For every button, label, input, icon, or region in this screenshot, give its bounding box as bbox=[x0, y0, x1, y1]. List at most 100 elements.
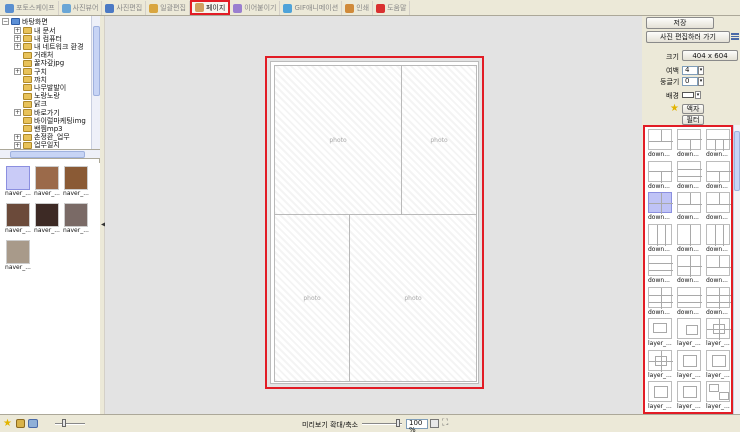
layout-template[interactable]: layer_... bbox=[677, 318, 703, 350]
photo-thumbnail[interactable]: naver_... bbox=[62, 166, 90, 202]
layout-template[interactable]: down... bbox=[648, 223, 674, 256]
photo-cell-label: photo bbox=[404, 294, 422, 302]
desktop-icon bbox=[11, 18, 20, 25]
tree-vertical-scrollbar[interactable] bbox=[91, 16, 100, 149]
layout-template[interactable]: down... bbox=[706, 255, 731, 287]
photo-thumbnail[interactable]: naver_... bbox=[4, 166, 32, 202]
layout-template[interactable]: down... bbox=[706, 129, 731, 161]
layout-template[interactable]: down... bbox=[648, 286, 674, 319]
layout-template[interactable]: down... bbox=[706, 286, 731, 319]
layout-template[interactable]: down... bbox=[677, 223, 703, 256]
photo-cell[interactable]: photo bbox=[274, 65, 402, 215]
refresh-icon[interactable] bbox=[28, 419, 38, 428]
layout-template[interactable]: layer_... bbox=[648, 349, 674, 382]
layout-template[interactable]: down... bbox=[677, 255, 703, 287]
thumbnail-size-slider-knob[interactable] bbox=[62, 419, 66, 427]
margin-spinner[interactable]: ▾ bbox=[698, 66, 704, 75]
filter-button[interactable]: 필터 bbox=[682, 115, 704, 125]
layout-layer-inset-icon bbox=[648, 381, 672, 402]
photo-thumbnail[interactable]: naver_... bbox=[62, 203, 90, 239]
thumbnail-image bbox=[6, 166, 30, 190]
photo-thumbnail[interactable]: naver_... bbox=[4, 240, 32, 276]
layout-divider bbox=[719, 193, 720, 204]
tab-4[interactable]: 페이지 bbox=[189, 0, 231, 15]
layout-divider bbox=[678, 204, 702, 205]
photo-cell[interactable]: photo bbox=[401, 65, 477, 215]
expand-icon[interactable]: + bbox=[14, 133, 21, 141]
layout-template[interactable]: down... bbox=[648, 192, 674, 224]
folder-tree[interactable]: − 바탕화면 + 내 문서 + 내 컴퓨터 + 내 네트워크 환경 거래처 꿀쟈갚jpg + 구치… bbox=[0, 16, 100, 150]
layout-layer-inset-icon bbox=[677, 381, 701, 402]
scroll-thumb[interactable] bbox=[10, 151, 85, 158]
layout-template[interactable]: down... bbox=[677, 192, 703, 224]
expand-icon[interactable]: + bbox=[14, 68, 21, 75]
tab-1[interactable]: 사진뷰어 bbox=[59, 1, 103, 15]
tree-item[interactable]: + 업무일지 bbox=[14, 141, 60, 149]
list-view-icon[interactable] bbox=[731, 33, 739, 40]
tab-0[interactable]: 포토스케이프 bbox=[2, 1, 59, 15]
tab-8[interactable]: 도움말 bbox=[373, 1, 411, 15]
layout-template[interactable]: down... bbox=[706, 160, 731, 193]
layout-template[interactable]: layer_... bbox=[648, 381, 674, 412]
layout-three-rows-icon bbox=[677, 160, 702, 182]
page-canvas[interactable]: photo photo photo photo bbox=[270, 61, 479, 384]
layout-template[interactable]: down... bbox=[677, 129, 703, 161]
fit-to-window-icon[interactable]: ⛶ bbox=[442, 418, 448, 428]
background-color-swatch[interactable] bbox=[682, 92, 694, 98]
layout-template[interactable]: down... bbox=[648, 160, 674, 193]
layout-template-caption: down... bbox=[677, 245, 699, 253]
size-button[interactable]: 404 x 604 bbox=[682, 50, 738, 61]
favorite-star-icon[interactable]: ★ bbox=[3, 419, 12, 429]
expand-icon[interactable]: + bbox=[14, 43, 21, 51]
layout-divider bbox=[723, 139, 724, 151]
layout-template[interactable]: layer_... bbox=[677, 381, 703, 412]
tab-5[interactable]: 이어붙이기 bbox=[230, 1, 281, 15]
expand-icon[interactable]: + bbox=[14, 35, 21, 43]
template-scrollbar[interactable] bbox=[733, 125, 740, 414]
thumbnail-size-slider[interactable] bbox=[55, 423, 85, 425]
photo-thumbnail[interactable]: naver_... bbox=[33, 203, 61, 239]
expand-icon[interactable]: + bbox=[14, 27, 21, 34]
tab-3[interactable]: 일괄편집 bbox=[146, 1, 190, 15]
layout-template[interactable]: down... bbox=[648, 255, 674, 287]
layout-divider bbox=[719, 287, 720, 309]
tab-icon bbox=[105, 3, 115, 13]
photo-thumbnail[interactable]: naver_... bbox=[4, 203, 32, 239]
tab-7[interactable]: 인쇄 bbox=[342, 1, 374, 15]
layout-divider bbox=[707, 267, 731, 268]
tab-2[interactable]: 사진편집 bbox=[102, 1, 147, 15]
zoom-value-field[interactable]: 100 % bbox=[406, 419, 428, 432]
zoom-spin-icon[interactable] bbox=[430, 419, 439, 428]
layout-template[interactable]: down... bbox=[706, 192, 731, 224]
photo-cell[interactable]: photo bbox=[349, 214, 477, 382]
layout-template[interactable]: layer_... bbox=[706, 349, 731, 382]
frame-button[interactable]: 액자 bbox=[682, 104, 704, 114]
scroll-thumb[interactable] bbox=[734, 131, 740, 191]
layout-template[interactable]: down... bbox=[677, 160, 703, 193]
tree-horizontal-scrollbar[interactable] bbox=[0, 150, 100, 159]
layout-template[interactable]: down... bbox=[706, 223, 731, 256]
expand-icon[interactable]: + bbox=[14, 109, 21, 116]
round-label: 둥글기 bbox=[660, 78, 680, 86]
layout-template[interactable]: layer_... bbox=[706, 318, 731, 350]
scroll-thumb[interactable] bbox=[93, 26, 100, 96]
photo-cell[interactable]: photo bbox=[274, 214, 350, 382]
layout-template[interactable]: down... bbox=[648, 129, 674, 161]
round-input[interactable]: 0 bbox=[682, 77, 698, 86]
photo-thumbnail[interactable]: naver_... bbox=[33, 166, 61, 202]
save-button[interactable]: 저장 bbox=[646, 17, 714, 29]
layout-template[interactable]: down... bbox=[677, 286, 703, 319]
background-color-dropdown[interactable]: ▾ bbox=[695, 91, 701, 99]
layout-template[interactable]: layer_... bbox=[706, 381, 731, 412]
expand-icon[interactable]: + bbox=[14, 141, 21, 149]
tab-6[interactable]: GIF애니메이션 bbox=[280, 1, 343, 15]
edit-photo-button[interactable]: 사진 편집하러 가기 bbox=[646, 31, 730, 43]
margin-input[interactable]: 4 bbox=[682, 66, 698, 75]
collapse-icon[interactable]: − bbox=[2, 18, 9, 25]
layout-template[interactable]: layer_... bbox=[677, 349, 703, 382]
round-spinner[interactable]: ▾ bbox=[698, 77, 704, 86]
tab-label: 일괄편집 bbox=[160, 4, 186, 12]
layout-template[interactable]: layer_... bbox=[648, 318, 674, 350]
preview-zoom-slider-knob[interactable] bbox=[396, 419, 400, 427]
folder-add-icon[interactable] bbox=[16, 419, 25, 428]
